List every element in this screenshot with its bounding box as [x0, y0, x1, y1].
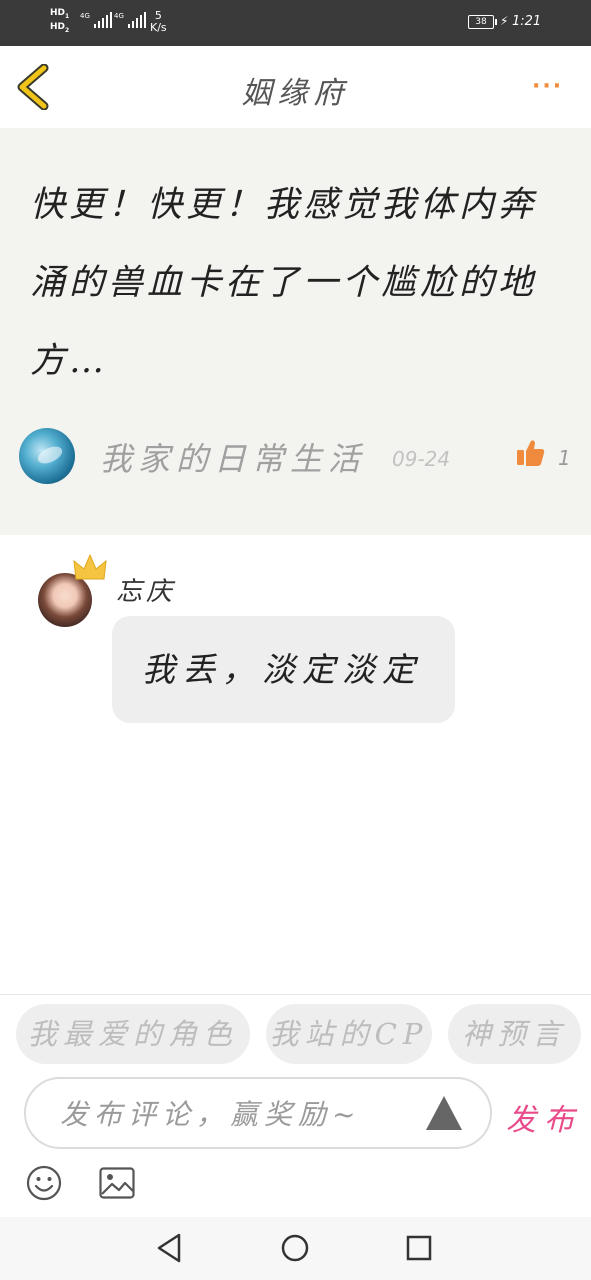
commenter-name[interactable]: 忘庆 — [116, 571, 176, 608]
tag-chip-prophecy[interactable]: 神预言 — [448, 1004, 581, 1064]
publish-button[interactable]: 发布 — [506, 1095, 582, 1139]
nav-back-icon[interactable] — [155, 1232, 183, 1264]
hd2-label: HD — [50, 21, 66, 32]
more-dots-icon: ··· — [532, 74, 564, 99]
top-bar: 姻缘府 ··· — [0, 46, 591, 129]
tag-chip-my-cp[interactable]: 我站的CP — [266, 1004, 432, 1064]
image-icon — [99, 1167, 135, 1199]
author-avatar[interactable] — [19, 428, 75, 484]
hd1-label: HD — [50, 8, 66, 18]
more-button[interactable]: ··· — [532, 74, 563, 99]
post-author[interactable]: 我家的日常生活 — [100, 434, 366, 480]
like-count: 1 — [558, 446, 571, 470]
thumbs-up-icon — [517, 440, 545, 466]
hd1-slot: 1 — [65, 12, 70, 20]
image-button[interactable] — [99, 1167, 135, 1199]
comment-text: 我丢，淡定淡定 — [142, 650, 422, 689]
crown-icon — [73, 553, 107, 580]
charging-icon: ⚡ — [500, 14, 509, 28]
triangle-up-icon[interactable] — [425, 1095, 463, 1131]
like-button[interactable] — [516, 439, 546, 467]
nav-home-icon[interactable] — [281, 1234, 309, 1262]
signal-icon-1: 4G — [80, 12, 112, 28]
comment-composer: 我最爱的角色 我站的CP 神预言 发布评论，赢奖励~ 发布 — [0, 994, 591, 1218]
clock: 1:21 — [512, 14, 542, 29]
hd2-slot: 2 — [65, 26, 70, 34]
page-title: 姻缘府 — [241, 76, 350, 111]
post-date: 09-24 — [392, 447, 451, 471]
network-speed: 5 K/s — [150, 9, 167, 34]
post-card: 快更！快更！我感觉我体内奔涌的兽血卡在了一个尴尬的地方… 我家的日常生活 09-… — [0, 128, 591, 535]
battery-icon: 38 — [468, 15, 497, 29]
emoji-button[interactable] — [26, 1165, 62, 1201]
signal-icon-2: 4G — [114, 12, 146, 28]
comment-input-placeholder: 发布评论，赢奖励~ — [60, 1098, 362, 1131]
tag-chip-favorite-character[interactable]: 我最爱的角色 — [16, 1004, 250, 1064]
hd-indicators: HD1 HD2 — [50, 8, 69, 36]
status-bar: HD1 HD2 4G 4G 5 K/s 38 ⚡ 1:21 — [0, 0, 591, 46]
system-nav-bar — [0, 1217, 591, 1280]
smiley-icon — [26, 1165, 62, 1201]
post-text: 快更！快更！我感觉我体内奔涌的兽血卡在了一个尴尬的地方… — [30, 185, 538, 381]
nav-recents-icon[interactable] — [406, 1235, 432, 1261]
